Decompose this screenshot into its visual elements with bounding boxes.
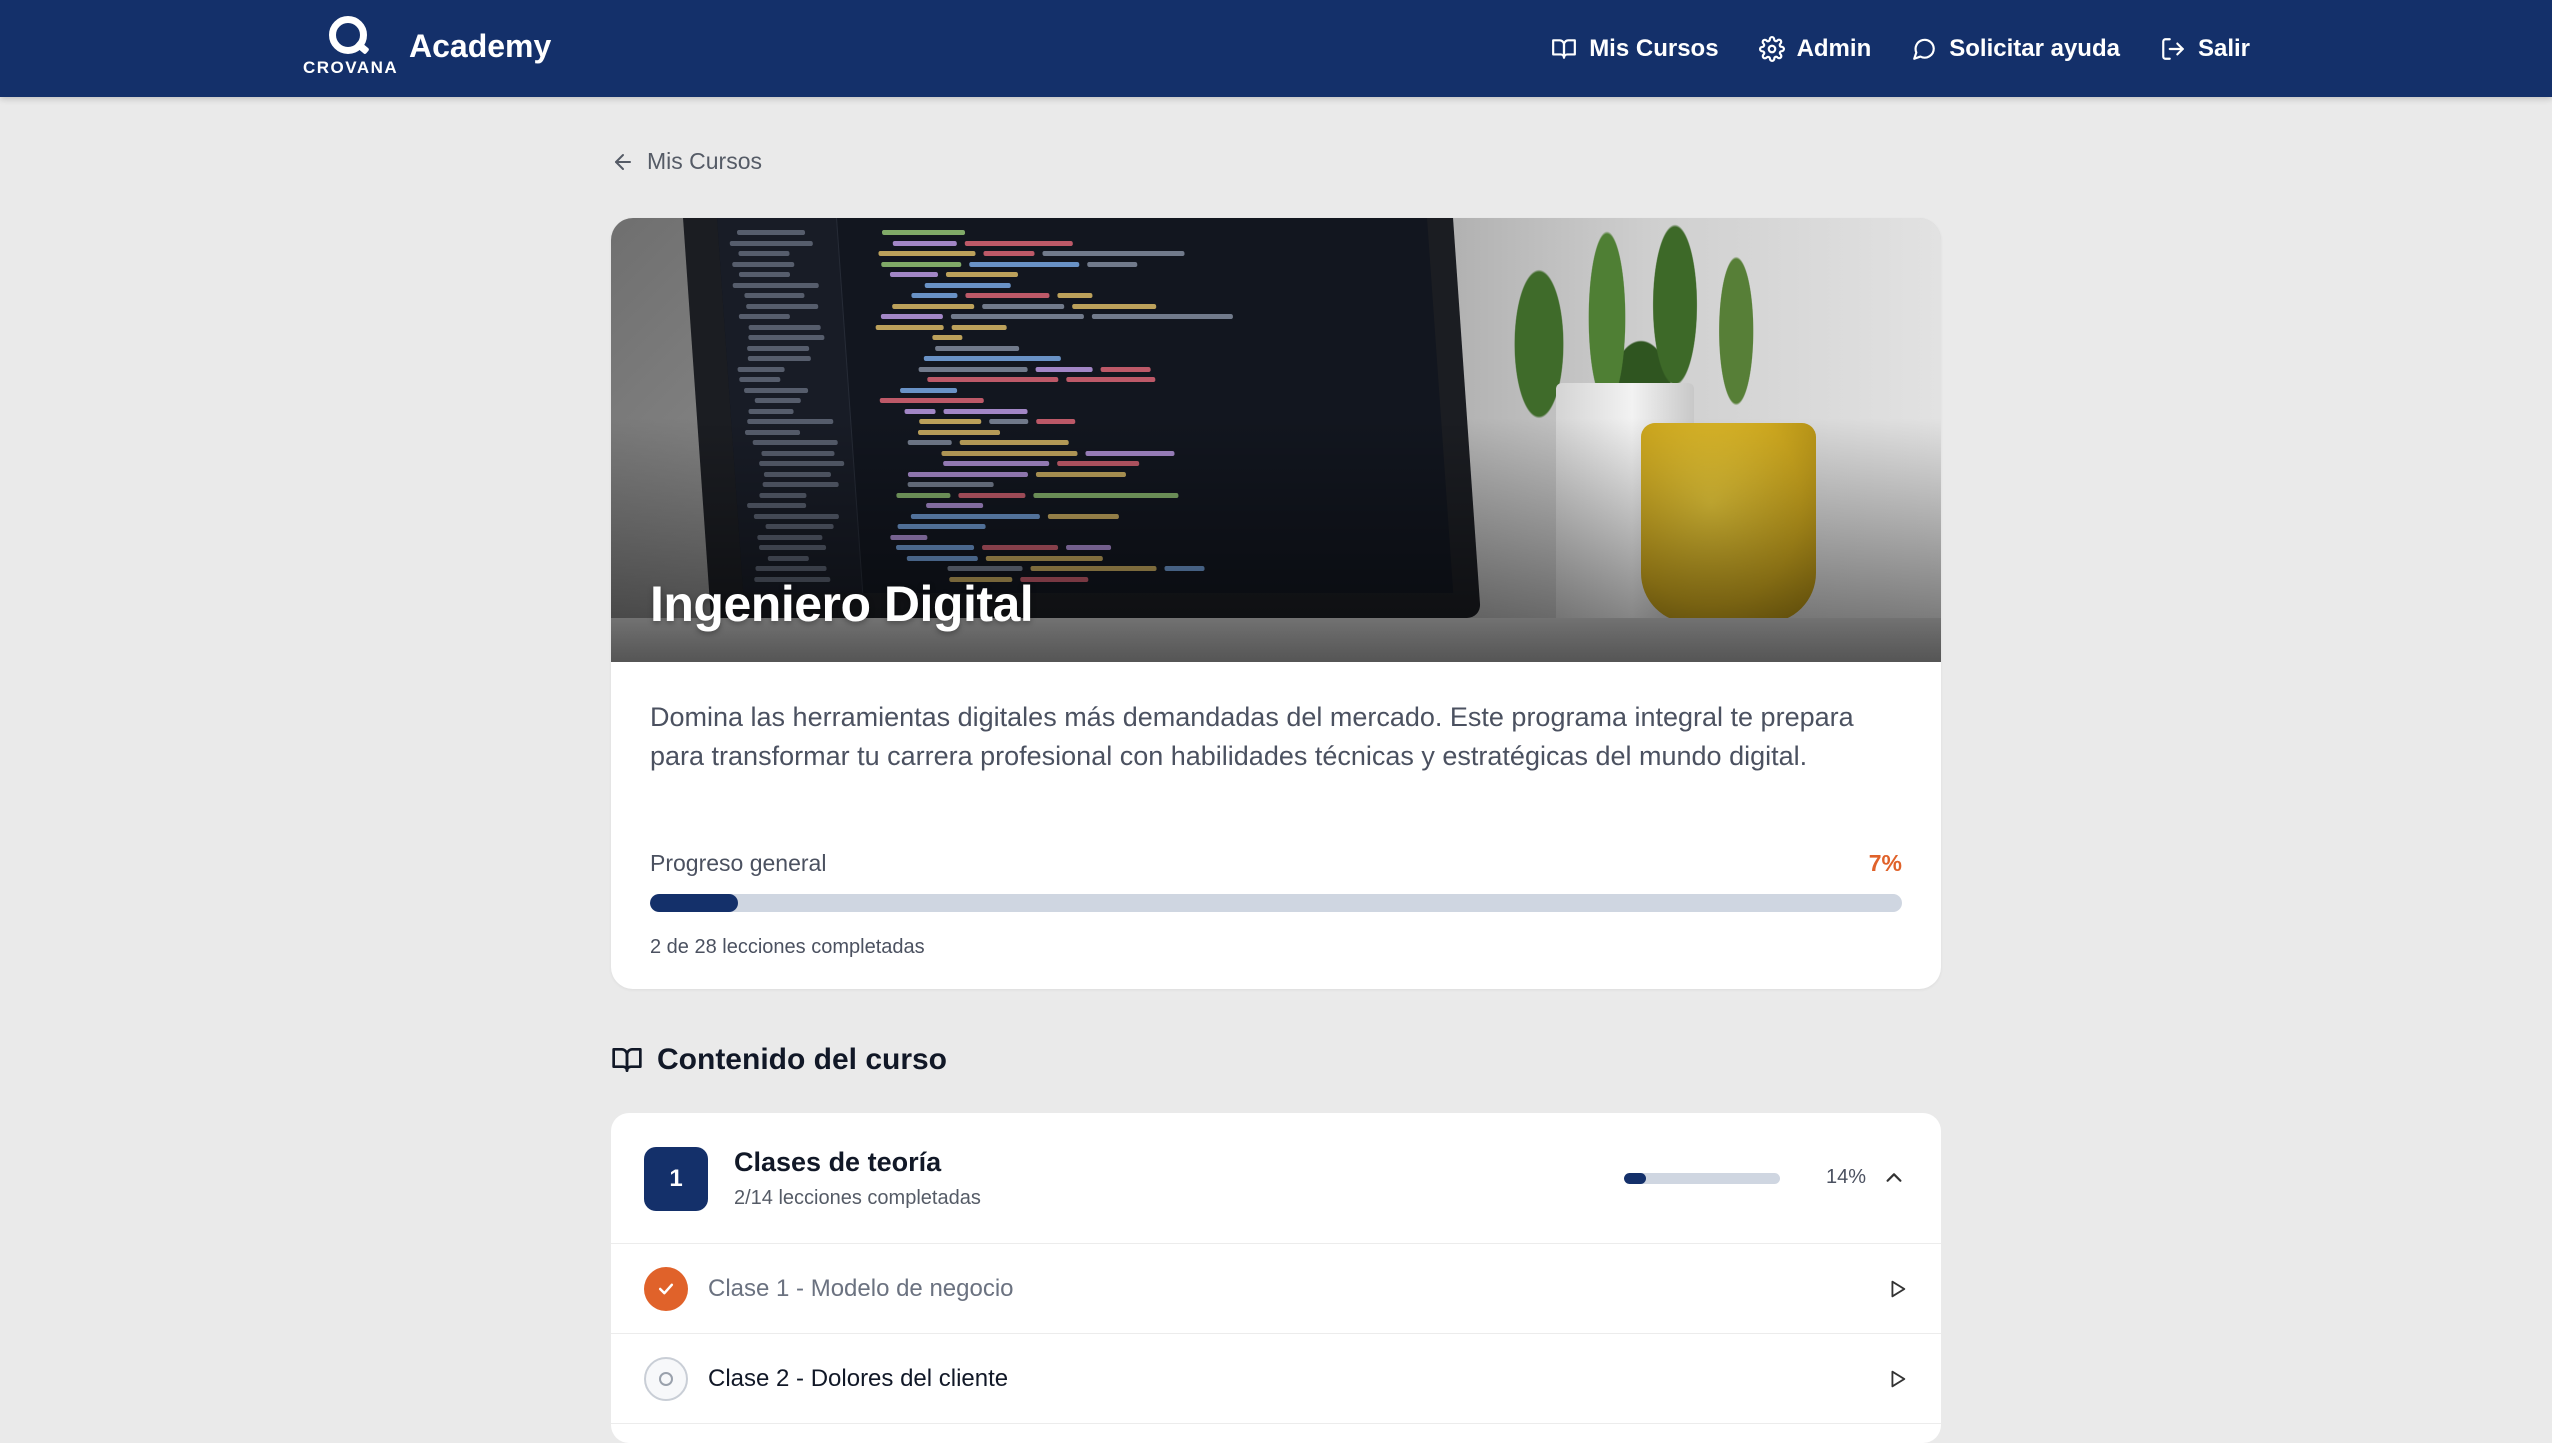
- play-icon[interactable]: [1886, 1278, 1908, 1300]
- nav-salir[interactable]: Salir: [2160, 35, 2250, 63]
- module-card: 1 Clases de teoría 2/14 lecciones comple…: [611, 1113, 1941, 1443]
- app-title: Academy: [409, 27, 552, 64]
- nav-admin-label: Admin: [1796, 34, 1872, 62]
- lesson-item[interactable]: Clase 2 - Dolores del cliente: [611, 1334, 1941, 1424]
- play-icon[interactable]: [1886, 1368, 1908, 1390]
- lesson-pending-circle: [644, 1357, 688, 1401]
- nav-solicitar-ayuda-label: Solicitar ayuda: [1949, 34, 2120, 62]
- main-nav: Mis Cursos Admin Solicitar ayuda Salir: [1511, 0, 2250, 97]
- back-link[interactable]: Mis Cursos: [611, 148, 762, 175]
- module-progress-fill: [1624, 1173, 1646, 1184]
- module-number-badge: 1: [644, 1147, 708, 1211]
- arrow-left-icon: [615, 153, 631, 170]
- module-header-toggle[interactable]: 1 Clases de teoría 2/14 lecciones comple…: [611, 1113, 1941, 1244]
- check-icon: [658, 1283, 674, 1295]
- crovana-logo: CROVANA: [303, 14, 399, 78]
- progress-percent: 7%: [1868, 850, 1902, 876]
- brand[interactable]: CROVANA Academy: [303, 14, 551, 78]
- lessons-completed-count: 2 de 28 lecciones completadas: [650, 936, 925, 958]
- lesson-item[interactable]: Clase 1 - Modelo de negocio: [611, 1244, 1941, 1334]
- lesson-completed-check: [644, 1267, 688, 1311]
- top-navbar: CROVANA Academy Mis Cursos Admin Solicit…: [0, 0, 2552, 97]
- course-hero-image: Ingeniero Digital: [611, 218, 1941, 662]
- module-progress-bar: [1624, 1173, 1780, 1184]
- book-icon: [1552, 38, 1577, 59]
- course-description: Domina las herramientas digitales más de…: [650, 702, 1854, 771]
- overall-progress-fill: [650, 894, 738, 912]
- section-title: Contenido del curso: [657, 1043, 948, 1076]
- logo-text: CROVANA: [303, 58, 399, 77]
- course-card: Ingeniero Digital Domina las herramienta…: [611, 218, 1941, 989]
- logout-icon: [2162, 37, 2184, 60]
- lesson-title: Clase 1 - Modelo de negocio: [708, 1275, 1014, 1302]
- progress-label: Progreso general: [650, 850, 827, 876]
- nav-solicitar-ayuda[interactable]: Solicitar ayuda: [1911, 35, 2120, 63]
- nav-mis-cursos[interactable]: Mis Cursos: [1551, 34, 1719, 63]
- chat-icon: [1913, 38, 1936, 60]
- gear-icon: [1758, 35, 1785, 62]
- nav-admin[interactable]: Admin: [1758, 34, 1872, 63]
- course-title: Ingeniero Digital: [650, 576, 1034, 632]
- nav-salir-label: Salir: [2197, 34, 2250, 62]
- back-link-label: Mis Cursos: [647, 148, 763, 174]
- lesson-title: Clase 2 - Dolores del cliente: [708, 1365, 1009, 1392]
- overall-progress-bar: [650, 894, 1902, 912]
- nav-mis-cursos-label: Mis Cursos: [1589, 34, 1719, 62]
- open-book-icon: [612, 1048, 642, 1072]
- chevron-up-icon[interactable]: [1883, 1167, 1905, 1189]
- content-section-header: Contenido del curso: [611, 1043, 947, 1077]
- module-title: Clases de teoría: [734, 1147, 942, 1177]
- module-lessons-completed: 2/14 lecciones completadas: [734, 1187, 981, 1209]
- module-progress-percent: 14%: [1826, 1166, 1867, 1188]
